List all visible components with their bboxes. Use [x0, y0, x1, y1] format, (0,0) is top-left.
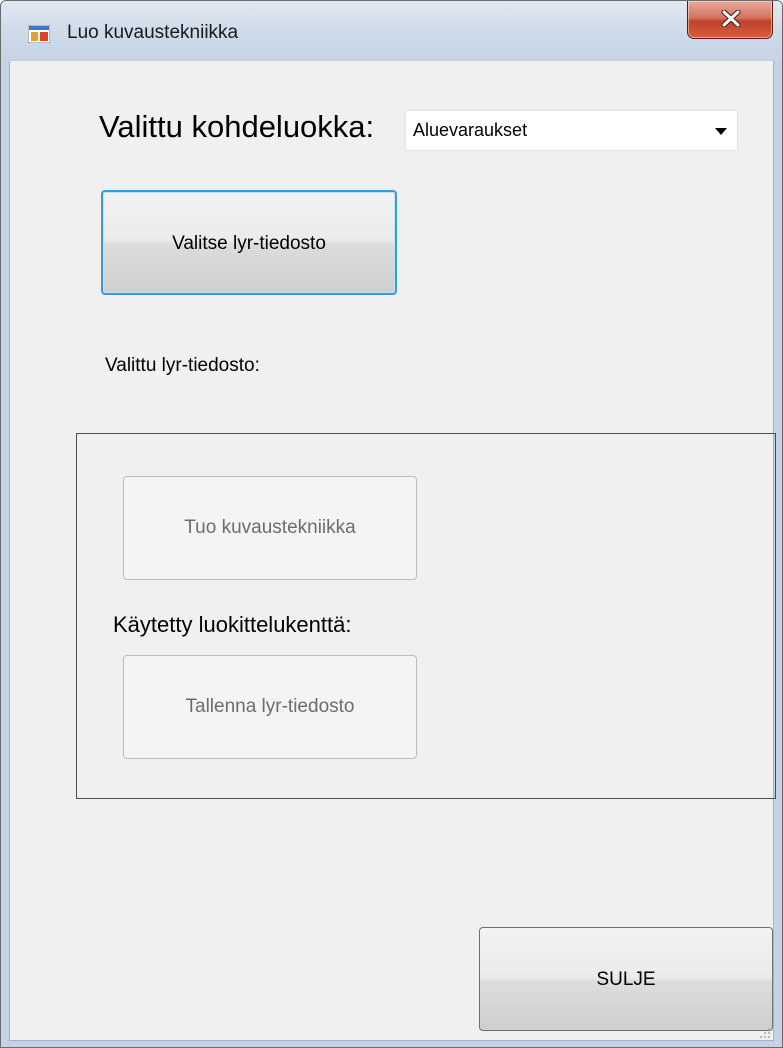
close-button-label: SULJE — [596, 969, 656, 990]
target-class-value: Aluevaraukset — [413, 120, 528, 140]
window-title: Luo kuvaustekniikka — [67, 22, 239, 43]
symbology-group-box: Tuo kuvaustekniikka Käytetty luokitteluk… — [76, 433, 776, 799]
classification-field-label: Käytetty luokittelukenttä: — [113, 612, 352, 637]
close-icon — [721, 10, 741, 27]
import-symbology-button[interactable]: Tuo kuvaustekniikka — [123, 476, 417, 580]
save-lyr-file-button[interactable]: Tallenna lyr-tiedosto — [123, 655, 417, 759]
save-lyr-file-button-label: Tallenna lyr-tiedosto — [185, 696, 355, 717]
close-window-button[interactable] — [687, 1, 773, 39]
import-symbology-button-label: Tuo kuvaustekniikka — [184, 517, 356, 538]
close-button[interactable]: SULJE — [479, 927, 773, 1031]
form-icon — [27, 24, 51, 44]
select-lyr-file-button[interactable]: Valitse lyr-tiedosto — [101, 190, 397, 295]
selected-lyr-file-label: Valittu lyr-tiedosto: — [105, 355, 260, 376]
dropdown-arrow-icon[interactable] — [715, 128, 727, 135]
title-bar[interactable]: Luo kuvaustekniikka — [1, 1, 782, 61]
select-lyr-file-button-label: Valitse lyr-tiedosto — [172, 233, 326, 254]
dialog-window: Luo kuvaustekniikka Valittu kohdeluokka:… — [0, 0, 783, 1048]
target-class-dropdown[interactable]: Aluevaraukset — [405, 110, 738, 151]
resize-grip-icon[interactable] — [759, 1026, 771, 1038]
target-class-label: Valittu kohdeluokka: — [99, 109, 375, 144]
dialog-client-area: Valittu kohdeluokka: Aluevaraukset Valit… — [9, 61, 776, 1041]
